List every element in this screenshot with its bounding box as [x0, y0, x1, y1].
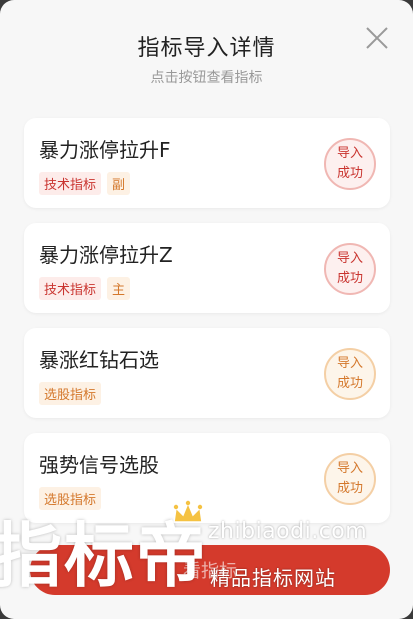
crown-icon: [173, 500, 203, 523]
indicator-card[interactable]: 暴涨红钻石选 选股指标 导入 成功: [24, 328, 390, 418]
indicator-name: 暴力涨停拉升Z: [39, 243, 173, 267]
stamp-line-2: 成功: [336, 166, 363, 181]
watermark-slogan: 精品指标网站: [210, 566, 336, 590]
stamp-line-2: 成功: [336, 271, 363, 286]
indicator-card[interactable]: 暴力涨停拉升F 技术指标 副 导入 成功: [24, 118, 390, 208]
import-success-stamp: 导入 成功: [324, 243, 376, 295]
indicator-tags: 选股指标: [39, 382, 102, 405]
stamp-line-2: 成功: [336, 481, 363, 496]
indicator-tags: 技术指标 副: [39, 172, 131, 195]
indicator-tags: 技术指标 主: [39, 277, 131, 300]
dialog-title: 指标导入详情: [137, 36, 276, 61]
indicator-name: 暴力涨停拉升F: [39, 138, 171, 162]
indicator-name: 暴涨红钻石选: [39, 348, 159, 372]
stamp-line-1: 导入: [336, 356, 363, 371]
tag-chart: 副: [107, 172, 131, 195]
dialog-subtitle: 点击按钮查看指标: [150, 70, 263, 86]
import-success-stamp: 导入 成功: [324, 138, 376, 190]
close-icon[interactable]: [363, 24, 391, 52]
stamp-line-1: 导入: [336, 251, 363, 266]
tag-type: 技术指标: [39, 277, 102, 300]
tag-chart: 主: [107, 277, 131, 300]
tag-type: 选股指标: [39, 382, 102, 405]
indicator-name: 强势信号选股: [39, 453, 159, 477]
stamp-line-2: 成功: [336, 376, 363, 391]
tag-type: 技术指标: [39, 172, 102, 195]
stamp-line-1: 导入: [336, 461, 363, 476]
watermark-url: zhibiaodi.com: [208, 519, 368, 544]
import-success-stamp: 导入 成功: [324, 453, 376, 505]
stamp-line-1: 导入: [336, 146, 363, 161]
indicator-card[interactable]: 暴力涨停拉升Z 技术指标 主 导入 成功: [24, 223, 390, 313]
import-success-stamp: 导入 成功: [324, 348, 376, 400]
import-details-dialog: 指标导入详情 点击按钮查看指标 暴力涨停拉升F 技术指标 副 导入 成功 暴力涨…: [0, 0, 413, 619]
